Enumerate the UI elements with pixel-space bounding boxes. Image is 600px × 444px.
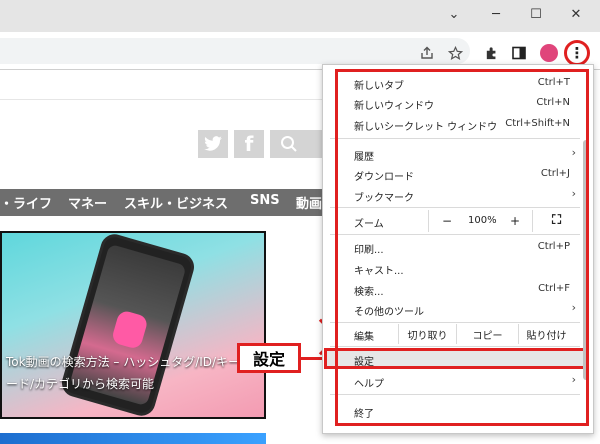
chevron-right-icon: › bbox=[571, 373, 576, 386]
title-bar: ⌄ ─ ☐ ✕ bbox=[0, 0, 600, 32]
search-icon[interactable] bbox=[270, 130, 330, 158]
menu-item-new-incognito[interactable]: 新しいシークレット ウィンドウ Ctrl+Shift+N bbox=[330, 113, 580, 135]
side-panel-icon[interactable] bbox=[510, 44, 528, 62]
close-button[interactable]: ✕ bbox=[556, 2, 596, 26]
zoom-out-button[interactable]: − bbox=[442, 214, 452, 228]
callout-label: 設定 bbox=[237, 343, 301, 373]
article-thumbnail[interactable]: Tok動画の検索方法 – ハッシュタグ/ID/キーワード/カテゴリから検索可能 bbox=[0, 231, 266, 419]
nav-item-skill-business[interactable]: スキル・ビジネス bbox=[124, 193, 228, 212]
nav-item-sns[interactable]: SNS bbox=[250, 193, 280, 208]
chevron-right-icon: › bbox=[571, 146, 576, 159]
menu-divider bbox=[330, 138, 580, 139]
menu-item-print[interactable]: 印刷... Ctrl+P bbox=[330, 236, 580, 258]
menu-item-bookmarks[interactable]: ブックマーク › bbox=[330, 184, 580, 206]
nav-item-life[interactable]: ・ライフ bbox=[0, 193, 52, 212]
menu-item-downloads[interactable]: ダウンロード Ctrl+J bbox=[330, 163, 580, 185]
twitter-icon[interactable] bbox=[198, 130, 228, 158]
address-bar[interactable] bbox=[0, 38, 470, 64]
chevron-right-icon: › bbox=[571, 187, 576, 200]
menu-item-settings[interactable]: 設定 bbox=[330, 348, 580, 370]
menu-item-history[interactable]: 履歴 › bbox=[330, 143, 580, 165]
menu-divider bbox=[330, 207, 580, 208]
zoom-label: ズーム bbox=[354, 219, 384, 230]
maximize-button[interactable]: ☐ bbox=[516, 2, 556, 26]
menu-divider bbox=[330, 322, 580, 323]
puzzle-icon[interactable] bbox=[482, 44, 500, 62]
menu-item-more-tools[interactable]: その他のツール › bbox=[330, 298, 580, 320]
menu-item-help[interactable]: ヘルプ › bbox=[330, 370, 580, 392]
article-title[interactable]: Tok動画の検索方法 – ハッシュタグ/ID/キーワード/カテゴリから検索可能 bbox=[6, 351, 264, 395]
category-nav: ・ライフ マネー スキル・ビジネス SNS 動画 bbox=[0, 189, 330, 216]
profile-avatar[interactable] bbox=[540, 44, 558, 62]
edit-row: 編集 切り取り コピー 貼り付け bbox=[330, 324, 580, 344]
menu-scrollbar[interactable] bbox=[582, 140, 590, 390]
tab-search-button[interactable]: ⌄ bbox=[434, 2, 474, 26]
scroll-thumb[interactable] bbox=[583, 140, 589, 380]
zoom-level: 100% bbox=[468, 215, 497, 226]
callout-connector bbox=[300, 357, 324, 360]
zoom-row: ズーム − 100% + ⛶ bbox=[330, 210, 580, 232]
facebook-icon[interactable]: f bbox=[234, 130, 264, 158]
chevron-right-icon: › bbox=[571, 301, 576, 314]
star-icon[interactable] bbox=[446, 44, 464, 62]
menu-item-new-tab[interactable]: 新しいタブ Ctrl+T bbox=[330, 72, 580, 94]
menu-divider bbox=[330, 234, 580, 235]
menu-button[interactable]: ⋮ bbox=[564, 40, 590, 66]
copy-button[interactable]: コピー bbox=[456, 324, 518, 344]
zoom-in-button[interactable]: + bbox=[510, 214, 520, 228]
share-icon[interactable] bbox=[418, 44, 436, 62]
menu-item-find[interactable]: 検索... Ctrl+F bbox=[330, 278, 580, 300]
nav-item-video[interactable]: 動画 bbox=[296, 193, 322, 212]
next-article-thumbnail[interactable] bbox=[0, 433, 266, 444]
edit-label: 編集 bbox=[354, 332, 374, 343]
divider bbox=[0, 99, 330, 100]
menu-item-new-window[interactable]: 新しいウィンドウ Ctrl+N bbox=[330, 92, 580, 114]
menu-divider bbox=[330, 346, 580, 347]
cut-button[interactable]: 切り取り bbox=[398, 324, 456, 344]
fullscreen-icon[interactable]: ⛶ bbox=[552, 213, 561, 228]
menu-item-cast[interactable]: キャスト... bbox=[330, 257, 580, 279]
minimize-button[interactable]: ─ bbox=[476, 2, 516, 26]
more-vert-icon: ⋮ bbox=[569, 43, 585, 62]
menu-item-exit[interactable]: 終了 bbox=[330, 400, 580, 422]
nav-item-money[interactable]: マネー bbox=[68, 193, 107, 212]
paste-button[interactable]: 貼り付け bbox=[518, 324, 574, 344]
menu-divider bbox=[330, 394, 580, 395]
